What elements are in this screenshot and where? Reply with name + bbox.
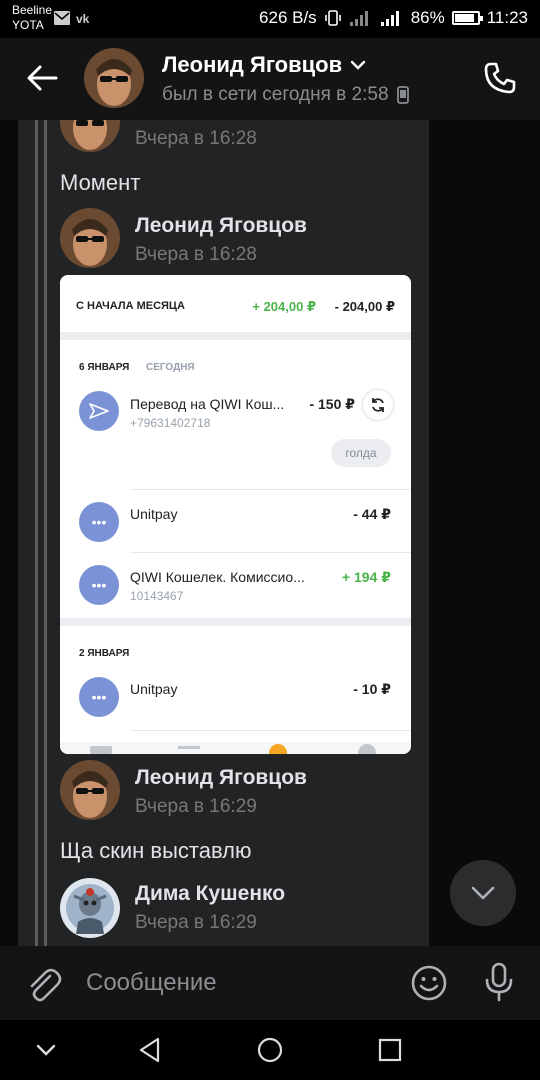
message-list[interactable]: Вчера в 16:28 Момент Леонид Яговцов Вчер… — [0, 120, 540, 946]
avatar[interactable] — [60, 208, 120, 268]
net-speed: 626 B/s — [259, 8, 317, 27]
mobile-device-icon — [396, 86, 409, 104]
more-icon: ••• — [79, 502, 119, 542]
vk-icon: vk — [76, 12, 90, 25]
back-triangle-icon[interactable] — [136, 1036, 164, 1064]
vibrate-icon — [324, 10, 341, 26]
message-composer — [0, 946, 540, 1020]
transaction-name: Unitpay — [130, 681, 178, 697]
message-text: Ща скин выставлю — [60, 838, 252, 863]
contact-name: Леонид Яговцов — [162, 52, 343, 77]
transaction-name: QIWI Кошелек. Комиссио... — [130, 569, 305, 585]
message-time: Вчера в 16:28 — [135, 244, 257, 265]
group-date: 6 ЯНВАРЯ — [79, 362, 130, 373]
carrier-line-2: YOTA — [12, 18, 44, 32]
status-right: 626 B/s 86% 11:23 — [259, 8, 528, 28]
carrier-label: Beeline YOTA — [12, 3, 52, 33]
message-time: Вчера в 16:28 — [135, 128, 257, 149]
divider — [130, 489, 411, 490]
period-label: С НАЧАЛА МЕСЯЦА — [76, 300, 185, 312]
chat-header: Леонид Яговцов был в сети сегодня в 2:58 — [0, 38, 540, 120]
recents-square-icon[interactable] — [376, 1036, 404, 1064]
message-author[interactable]: Леонид Яговцов — [135, 214, 307, 238]
chevron-down-icon[interactable] — [32, 1036, 60, 1064]
clock: 11:23 — [486, 8, 528, 27]
system-navbar — [0, 1020, 540, 1080]
avatar[interactable] — [84, 48, 144, 108]
more-icon: ••• — [79, 677, 119, 717]
status-bar: Beeline YOTA vk 626 B/s 86% 11:23 — [0, 0, 540, 38]
quote-bar-nested — [44, 120, 47, 946]
contact-name-dropdown[interactable]: Леонид Яговцов — [162, 52, 366, 78]
income-total: + 204,00 ₽ — [252, 299, 316, 314]
transaction-name: Перевод на QIWI Кош... — [130, 396, 285, 412]
transaction-amount: - 10 ₽ — [353, 681, 391, 697]
refresh-icon — [363, 390, 393, 420]
transaction-amount: - 44 ₽ — [353, 506, 391, 522]
message-author[interactable]: Леонид Яговцов — [135, 766, 307, 790]
phone-icon[interactable] — [482, 60, 518, 96]
group-date: 2 ЯНВАРЯ — [79, 648, 130, 659]
paperclip-icon[interactable] — [24, 964, 62, 1002]
divider — [130, 730, 411, 731]
photo-attachment[interactable]: С НАЧАЛА МЕСЯЦА + 204,00 ₽ - 204,00 ₽ 6 … — [60, 275, 411, 754]
avatar[interactable] — [60, 878, 120, 938]
home-circle-icon[interactable] — [256, 1036, 284, 1064]
divider — [130, 552, 411, 553]
microphone-icon[interactable] — [480, 962, 518, 1002]
transaction-name: Unitpay — [130, 506, 178, 522]
more-icon: ••• — [79, 565, 119, 605]
signal-icon — [349, 11, 368, 26]
message-time: Вчера в 16:29 — [135, 796, 257, 817]
transaction-comment: голда — [331, 439, 391, 467]
notification-icons: vk — [54, 11, 94, 25]
transaction-sub: 10143467 — [130, 589, 184, 603]
transaction-amount: - 150 ₽ — [309, 396, 355, 412]
transaction-amount: + 194 ₽ — [341, 569, 391, 585]
expense-total: - 204,00 ₽ — [334, 299, 395, 314]
tab-icon — [358, 744, 376, 754]
summary-card: С НАЧАЛА МЕСЯЦА + 204,00 ₽ - 204,00 ₽ — [60, 275, 411, 332]
message-input[interactable] — [86, 966, 386, 1000]
transactions-group: 2 ЯНВАРЯ ••• Unitpay - 10 ₽ — [60, 626, 411, 754]
signal-strength-icon — [380, 11, 399, 26]
last-seen: был в сети сегодня в 2:58 — [162, 84, 409, 106]
svg-text:vk: vk — [76, 12, 90, 25]
message-time: Вчера в 16:29 — [135, 912, 257, 933]
message-text: Момент — [60, 170, 141, 195]
transaction-sub: +79631402718 — [130, 416, 211, 430]
avatar[interactable] — [60, 760, 120, 820]
tab-icon — [90, 746, 112, 754]
bottom-tabbar-fragment — [60, 742, 411, 754]
smile-icon[interactable] — [410, 964, 448, 1002]
group-tag: СЕГОДНЯ — [146, 362, 195, 373]
chevron-down-icon — [350, 60, 366, 70]
scroll-down-button[interactable] — [450, 860, 516, 926]
tab-icon — [269, 744, 287, 754]
battery-icon — [451, 11, 483, 25]
arrow-left-icon[interactable] — [24, 60, 60, 96]
last-seen-text: был в сети сегодня в 2:58 — [162, 84, 389, 105]
message-author[interactable]: Дима Кушенко — [135, 882, 285, 906]
tab-icon — [178, 746, 200, 749]
chevron-down-icon — [471, 886, 495, 900]
transfer-icon — [79, 391, 119, 431]
mail-icon — [54, 11, 70, 25]
quote-bar — [35, 120, 38, 946]
battery-fill — [454, 14, 474, 22]
carrier-line-1: Beeline — [12, 3, 53, 17]
transactions-group: 6 ЯНВАРЯ СЕГОДНЯ Перевод на QIWI Кош... … — [60, 340, 411, 618]
battery-percent: 86% — [410, 8, 445, 27]
